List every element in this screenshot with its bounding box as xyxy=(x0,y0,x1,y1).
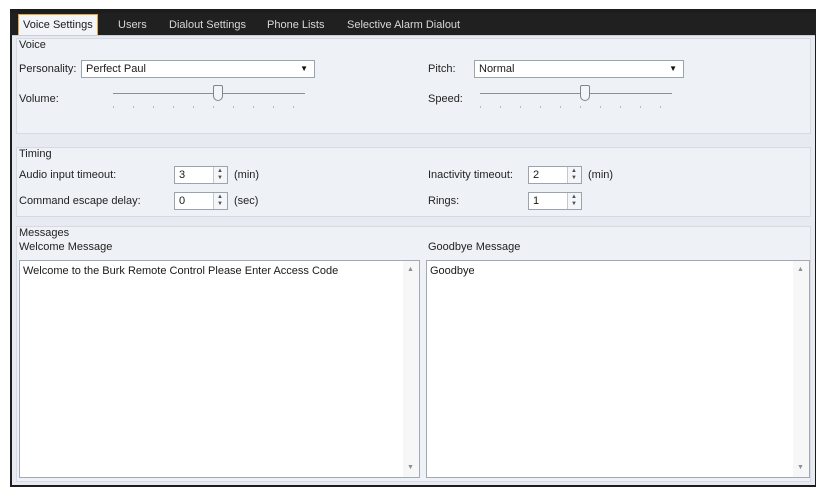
speed-label: Speed: xyxy=(428,93,463,105)
audio-input-timeout-label: Audio input timeout: xyxy=(19,169,117,181)
command-escape-delay-label: Command escape delay: xyxy=(19,195,141,207)
tab-bar: Voice Settings Users Dialout Settings Ph… xyxy=(10,13,816,36)
scroll-down-icon[interactable]: ▼ xyxy=(797,464,804,471)
spin-up-icon[interactable]: ▲ xyxy=(571,194,577,200)
tab-voice-settings[interactable]: Voice Settings xyxy=(18,14,98,36)
welcome-scrollbar[interactable]: ▲ ▼ xyxy=(403,261,419,477)
speed-slider-ticks xyxy=(480,106,672,108)
voice-group: Voice Personality: Perfect Paul ▼ Pitch:… xyxy=(16,38,811,134)
inactivity-timeout-value: 2 xyxy=(533,169,540,181)
volume-label: Volume: xyxy=(19,93,59,105)
tab-phone-lists[interactable]: Phone Lists xyxy=(263,15,328,35)
audio-input-timeout-spinner[interactable]: 3 ▲ ▼ xyxy=(174,166,228,184)
personality-label: Personality: xyxy=(19,63,77,75)
spin-up-icon[interactable]: ▲ xyxy=(217,194,223,200)
speed-slider-thumb[interactable] xyxy=(580,85,590,101)
chevron-down-icon: ▼ xyxy=(669,64,677,73)
inactivity-timeout-unit: (min) xyxy=(588,169,614,181)
personality-select[interactable]: Perfect Paul ▼ xyxy=(81,60,315,78)
goodbye-message-label: Goodbye Message xyxy=(428,241,521,253)
volume-slider-track xyxy=(113,93,305,94)
spin-down-icon[interactable]: ▼ xyxy=(217,201,223,207)
tab-users[interactable]: Users xyxy=(114,15,151,35)
command-escape-delay-value: 0 xyxy=(179,195,186,207)
spin-up-icon[interactable]: ▲ xyxy=(571,168,577,174)
messages-group: Messages Welcome Message Goodbye Message… xyxy=(16,226,811,482)
spin-down-icon[interactable]: ▼ xyxy=(571,175,577,181)
goodbye-scrollbar[interactable]: ▲ ▼ xyxy=(793,261,809,477)
goodbye-message-textarea[interactable]: Goodbye ▲ ▼ xyxy=(426,260,810,478)
tab-dialout-settings[interactable]: Dialout Settings xyxy=(165,15,250,35)
welcome-message-text: Welcome to the Burk Remote Control Pleas… xyxy=(23,265,339,277)
pitch-value: Normal xyxy=(479,63,515,75)
volume-slider[interactable] xyxy=(113,83,305,113)
voice-settings-panel: Voice Personality: Perfect Paul ▼ Pitch:… xyxy=(12,35,815,485)
audio-input-timeout-value: 3 xyxy=(179,169,186,181)
pitch-select[interactable]: Normal ▼ xyxy=(474,60,684,78)
voice-group-title: Voice xyxy=(19,39,46,51)
rings-spinner[interactable]: 1 ▲ ▼ xyxy=(528,192,582,210)
volume-slider-ticks xyxy=(113,106,305,108)
command-escape-delay-unit: (sec) xyxy=(234,195,259,207)
scroll-up-icon[interactable]: ▲ xyxy=(407,266,414,273)
welcome-message-textarea[interactable]: Welcome to the Burk Remote Control Pleas… xyxy=(19,260,420,478)
speed-slider[interactable] xyxy=(480,83,672,113)
timing-group: Timing Audio input timeout: 3 ▲ ▼ (min) … xyxy=(16,147,811,217)
personality-value: Perfect Paul xyxy=(86,63,146,75)
rings-label: Rings: xyxy=(428,195,460,207)
spin-down-icon[interactable]: ▼ xyxy=(571,201,577,207)
spinner-buttons[interactable]: ▲ ▼ xyxy=(213,193,227,209)
welcome-message-label: Welcome Message xyxy=(19,241,113,253)
spinner-buttons[interactable]: ▲ ▼ xyxy=(567,167,581,183)
rings-value: 1 xyxy=(533,195,540,207)
audio-input-timeout-unit: (min) xyxy=(234,169,260,181)
tab-selective-alarm-dialout[interactable]: Selective Alarm Dialout xyxy=(343,15,464,35)
scroll-down-icon[interactable]: ▼ xyxy=(407,464,414,471)
spin-up-icon[interactable]: ▲ xyxy=(217,168,223,174)
messages-group-title: Messages xyxy=(19,227,70,239)
goodbye-message-text: Goodbye xyxy=(430,265,475,277)
inactivity-timeout-label: Inactivity timeout: xyxy=(428,169,513,181)
chevron-down-icon: ▼ xyxy=(300,64,308,73)
timing-group-title: Timing xyxy=(19,148,52,160)
command-escape-delay-spinner[interactable]: 0 ▲ ▼ xyxy=(174,192,228,210)
spin-down-icon[interactable]: ▼ xyxy=(217,175,223,181)
settings-window: Voice Settings Users Dialout Settings Ph… xyxy=(10,9,816,487)
spinner-buttons[interactable]: ▲ ▼ xyxy=(213,167,227,183)
speed-slider-track xyxy=(480,93,672,94)
volume-slider-thumb[interactable] xyxy=(213,85,223,101)
spinner-buttons[interactable]: ▲ ▼ xyxy=(567,193,581,209)
scroll-up-icon[interactable]: ▲ xyxy=(797,266,804,273)
pitch-label: Pitch: xyxy=(428,63,456,75)
inactivity-timeout-spinner[interactable]: 2 ▲ ▼ xyxy=(528,166,582,184)
